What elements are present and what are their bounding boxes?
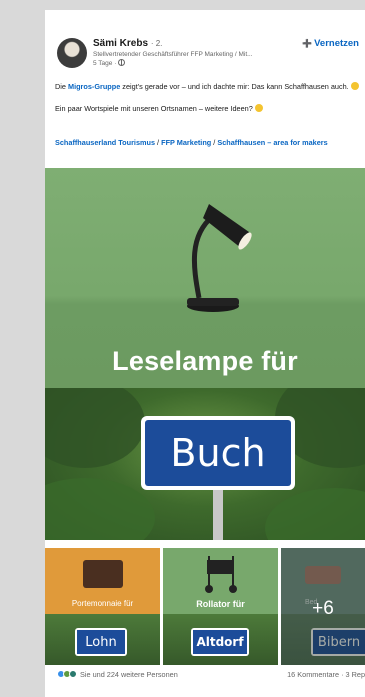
rollator-illustration — [205, 556, 237, 593]
town-sign-text: Altdorf — [193, 630, 247, 654]
post-text-line2: Ein paar Wortspiele mit unseren Ortsname… — [55, 103, 360, 114]
mention-link[interactable]: Migros-Gruppe — [68, 82, 120, 91]
tree-foliage — [265, 488, 365, 540]
post-tags: Schaffhauserland Tourismus / FFP Marketi… — [55, 138, 360, 148]
post-image-sign[interactable]: Buch — [45, 388, 365, 540]
author-name[interactable]: Sämi Krebs — [93, 38, 148, 49]
tag-link[interactable]: Schaffhausen – area for makers — [217, 138, 327, 147]
post-meta: 5 Tage · — [93, 59, 126, 67]
thumbnail-rollator[interactable]: Rollator für Altdorf — [163, 548, 278, 665]
image-caption: Leselampe für — [112, 346, 298, 376]
town-sign-panel: Buch — [145, 420, 291, 486]
post-card: Sämi Krebs · 2. Stellvertretender Geschä… — [45, 10, 365, 697]
thumbnail-portemonnaie[interactable]: Portemonnaie für Lohn — [45, 548, 160, 665]
post-header: Sämi Krebs · 2. Stellvertretender Geschä… — [45, 38, 365, 78]
connect-label: Vernetzen — [314, 38, 359, 49]
avatar[interactable] — [57, 38, 87, 68]
social-counts: Sie und 224 weitere Personen 16 Kommenta… — [45, 670, 365, 684]
town-sign: Lohn — [75, 628, 127, 656]
text-line2: Ein paar Wortspiele mit unseren Ortsname… — [55, 104, 253, 113]
post-time: 5 Tage · — [93, 60, 117, 67]
tree-foliage — [45, 388, 145, 468]
post-text: Die Migros-Gruppe zeigt's gerade vor – u… — [55, 81, 360, 114]
post-image-lamp[interactable]: Leselampe für — [45, 168, 365, 388]
thumbnail-bottom: Altdorf — [163, 614, 278, 665]
text-suffix: zeigt's gerade vor – und ich dachte mir:… — [120, 82, 349, 91]
tag-link[interactable]: Schaffhauserland Tourismus — [55, 138, 155, 147]
tree-foliage — [45, 478, 155, 540]
thumbnail-bottom: Lohn — [45, 614, 160, 665]
image-thumbnails: Portemonnaie für Lohn Rollator für Altdo… — [45, 548, 365, 665]
follow-icon: ➕ — [302, 39, 313, 48]
town-sign: Altdorf — [191, 628, 249, 656]
author-headline: Stellvertretender Geschäftsführer FFP Ma… — [93, 51, 253, 58]
smile-emoji-icon — [350, 82, 359, 90]
reactions-text: Sie und 224 weitere Personen — [80, 670, 178, 679]
sign-pole — [213, 490, 223, 540]
thumbnail-more[interactable]: Bed Bibern +6 — [281, 548, 365, 665]
tag-link[interactable]: FFP Marketing — [161, 138, 211, 147]
connection-degree: · 2. — [150, 39, 163, 48]
thumbnail-top: Portemonnaie für — [45, 548, 160, 614]
thumbnail-top: Rollator für — [163, 548, 278, 614]
thumbnail-caption: Portemonnaie für — [71, 599, 134, 608]
wink-emoji-icon — [254, 104, 263, 112]
town-sign-text: Lohn — [77, 630, 125, 654]
author-line[interactable]: Sämi Krebs · 2. — [93, 38, 162, 49]
wallet-illustration — [83, 560, 123, 588]
thumbnail-caption: Rollator für — [196, 599, 245, 609]
globe-icon — [118, 59, 126, 66]
more-images-count: +6 — [312, 598, 334, 619]
connect-button[interactable]: ➕ Vernetzen — [302, 38, 359, 49]
support-icon — [69, 670, 77, 678]
reactions-summary[interactable]: Sie und 224 weitere Personen — [57, 670, 178, 679]
desk-lamp-illustration — [187, 204, 252, 312]
town-sign-text: Buch — [170, 431, 266, 475]
text-prefix: Die — [55, 82, 68, 91]
town-sign: Buch — [141, 416, 295, 490]
comments-count[interactable]: 16 Kommentare · 3 Rep — [287, 670, 365, 679]
post-text-line1: Die Migros-Gruppe zeigt's gerade vor – u… — [55, 81, 360, 92]
